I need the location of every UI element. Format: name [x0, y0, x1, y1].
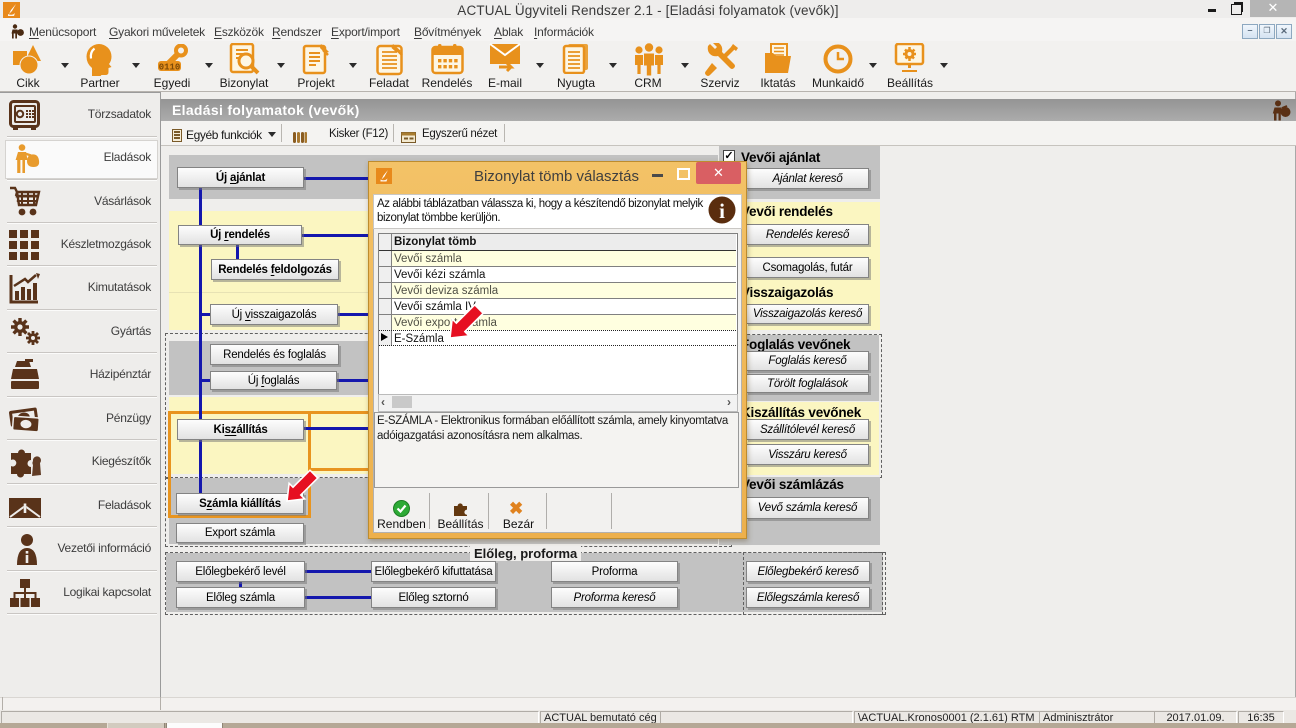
svg-text:0110: 0110	[159, 63, 181, 73]
svg-text:i: i	[719, 199, 725, 223]
